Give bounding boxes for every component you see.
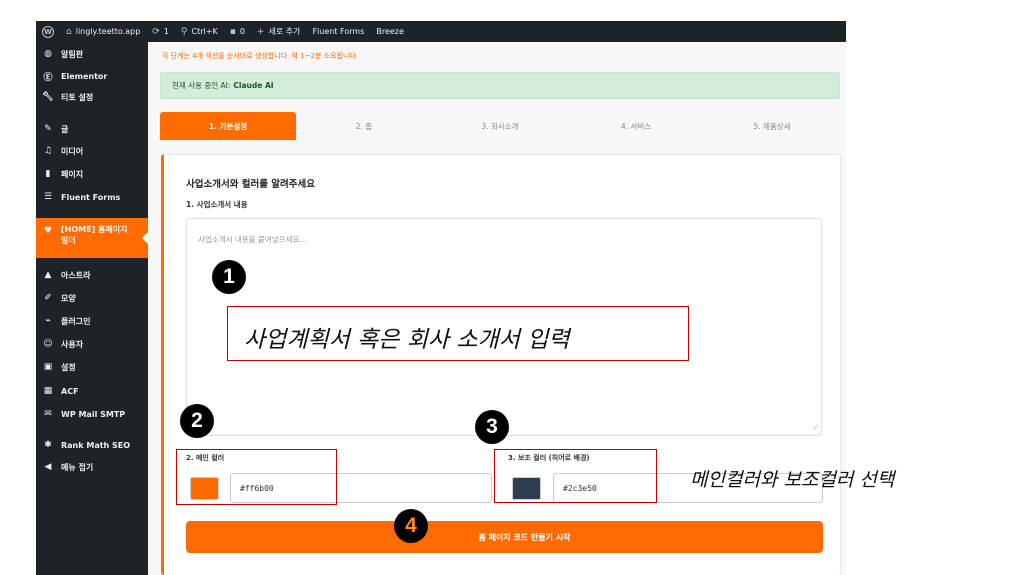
acf-icon: ▦ xyxy=(43,386,53,396)
admin-sidebar: ◍ 알림판 Ⓔ Elementor 🔧︎ 티토 설정 ✎ 글 ♫ 미디어 ▮ 페이지 ☰ Fl… xyxy=(36,42,149,575)
pin-icon: ✎ xyxy=(44,124,52,134)
sidebar-item-dashboard[interactable]: ◍ 알림판 xyxy=(36,43,148,65)
sidebar-item-astra[interactable]: ▲ 아스트라 xyxy=(36,264,148,286)
sidebar-item-plugins[interactable]: ⌁ 플러그인 xyxy=(36,310,148,332)
sidebar-item-rank-math[interactable]: ✱ Rank Math SEO xyxy=(36,434,148,456)
astra-icon: ▲ xyxy=(44,270,52,280)
ai-status-notice: 현재 사용 중인 AI: Claude AI xyxy=(160,72,840,99)
brush-icon: ✐ xyxy=(44,293,52,303)
content-placeholder: 사업소개서 내용을 붙여넣으세요... xyxy=(198,235,307,244)
collapse-icon: ◀ xyxy=(44,462,52,472)
breeze-link[interactable]: Breeze xyxy=(370,21,410,42)
sidebar-item-elementor[interactable]: Ⓔ Elementor xyxy=(36,65,148,87)
annotation-box-3 xyxy=(494,449,657,503)
page-icon: ▮ xyxy=(45,169,51,179)
elementor-icon: Ⓔ xyxy=(43,72,53,83)
plugin-icon: ⌁ xyxy=(45,316,51,326)
generation-notice: 각 단계는 4개 섹션을 순서대로 생성합니다. 약 1~2분 소요됩니다. xyxy=(162,52,359,60)
annotation-badge-4: 4 xyxy=(394,509,428,543)
plus-icon: + xyxy=(256,26,265,37)
settings-icon: ▣ xyxy=(43,362,53,372)
new-content-link[interactable]: + 새로 추가 xyxy=(251,21,307,42)
heart-icon: ♥ xyxy=(43,226,53,236)
sidebar-item-teetto-settings[interactable]: 🔧︎ 티토 설정 xyxy=(36,86,148,108)
annotation-badge-1: 1 xyxy=(212,260,246,294)
dashboard-icon: ◍ xyxy=(44,49,52,59)
sidebar-item-settings[interactable]: ▣ 설정 xyxy=(36,356,148,378)
tab-about[interactable]: 3. 회사소개 xyxy=(432,112,568,140)
fluent-forms-link[interactable]: Fluent Forms xyxy=(306,21,370,42)
annotation-badge-2: 2 xyxy=(180,404,214,438)
sidebar-item-acf[interactable]: ▦ ACF xyxy=(36,380,148,402)
tab-home[interactable]: 2. 홈 xyxy=(296,112,432,140)
sidebar-item-wp-mail-smtp[interactable]: ✉ WP Mail SMTP xyxy=(36,403,148,425)
sidebar-item-fluent-forms[interactable]: ☰ Fluent Forms xyxy=(36,186,148,208)
annotation-text-1: 사업계획서 혹은 회사 소개서 입력 xyxy=(244,327,570,353)
resize-handle-icon[interactable]: ⟋ xyxy=(813,424,818,433)
annotation-text-2: 메인컬러와 보조컬러 선택 xyxy=(690,469,895,491)
updates-link[interactable]: ⟳ 1 xyxy=(146,21,175,42)
command-search-button[interactable]: ⚲ Ctrl+K xyxy=(175,21,224,42)
content-label: 1. 사업소개서 내용 xyxy=(186,200,248,209)
annotation-box-2 xyxy=(176,449,337,505)
refresh-icon: ⟳ xyxy=(152,26,160,37)
step-tabs: 1. 기본설정 2. 홈 3. 회사소개 4. 서비스 5. 제품상세 xyxy=(160,112,840,140)
sidebar-item-home-builder[interactable]: ♥ [HOME] 홈페이지 빌더 xyxy=(36,218,149,258)
annotation-badge-3: 3 xyxy=(475,410,509,444)
admin-bar: W ⌂ lingly.teetto.app ⟳ 1 ⚲ Ctrl+K ▪ 0 + 새로 추… xyxy=(36,21,846,42)
tab-services[interactable]: 4. 서비스 xyxy=(568,112,704,140)
site-name-link[interactable]: ⌂ lingly.teetto.app xyxy=(60,21,146,42)
home-icon: ⌂ xyxy=(66,26,72,37)
sidebar-item-appearance[interactable]: ✐ 모양 xyxy=(36,287,148,309)
sidebar-item-posts[interactable]: ✎ 글 xyxy=(36,118,148,140)
mail-icon: ✉ xyxy=(44,409,52,419)
sidebar-item-pages[interactable]: ▮ 페이지 xyxy=(36,163,148,185)
wrench-icon: 🔧︎ xyxy=(42,92,54,102)
tab-product-detail[interactable]: 5. 제품상세 xyxy=(704,112,840,140)
search-icon: ⚲ xyxy=(180,26,188,37)
wordpress-icon: W xyxy=(42,25,54,38)
tab-basic-settings[interactable]: 1. 기본설정 xyxy=(160,112,296,140)
sidebar-item-media[interactable]: ♫ 미디어 xyxy=(36,140,148,162)
sidebar-item-users[interactable]: ☺ 사용자 xyxy=(36,333,148,355)
start-build-button[interactable]: 홈 페이지 코드 만들기 시작 xyxy=(186,521,823,553)
form-icon: ☰ xyxy=(43,192,53,202)
users-icon: ☺ xyxy=(43,339,53,349)
settings-card: 사업소개서와 컬러를 알려주세요 1. 사업소개서 내용 사업소개서 내용을 붙… xyxy=(161,154,841,575)
comments-link[interactable]: ▪ 0 xyxy=(224,21,251,42)
wp-logo-button[interactable]: W xyxy=(36,21,60,42)
media-icon: ♫ xyxy=(43,146,53,156)
ai-name: Claude AI xyxy=(233,81,274,90)
card-title: 사업소개서와 컬러를 알려주세요 xyxy=(186,179,315,190)
rankmath-icon: ✱ xyxy=(44,440,52,450)
sidebar-item-collapse-menu[interactable]: ◀ 메뉴 접기 xyxy=(36,456,148,478)
comment-icon: ▪ xyxy=(229,26,236,37)
